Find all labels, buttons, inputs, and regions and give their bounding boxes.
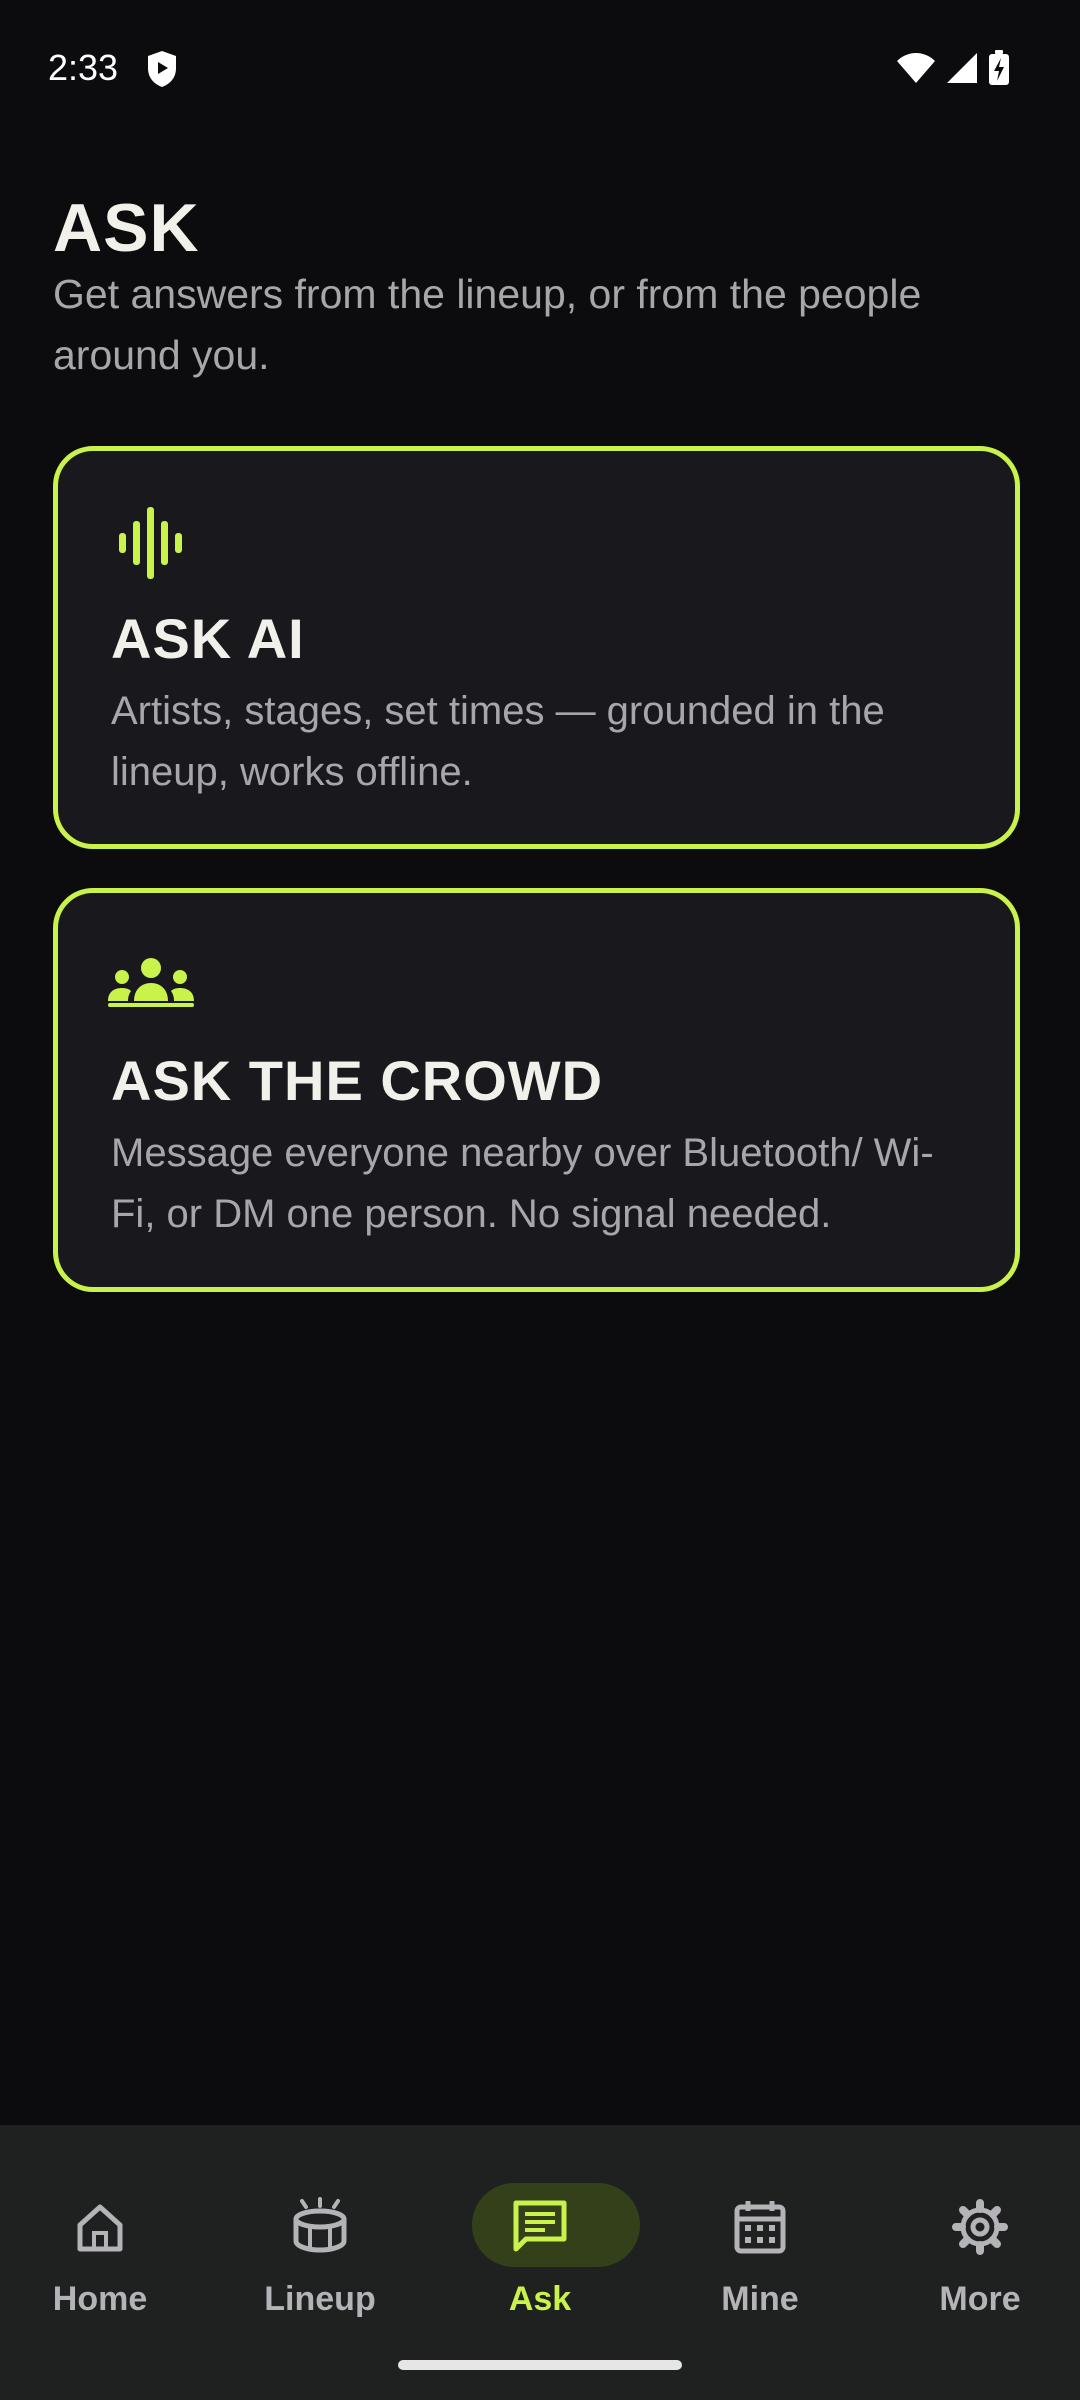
status-icons [896, 50, 1010, 86]
page-title: ASK [53, 190, 200, 266]
nav-label-mine: Mine [721, 2280, 799, 2318]
gear-icon [952, 2199, 1008, 2255]
status-time: 2:33 [48, 47, 119, 88]
status-bar: 2:33 [0, 0, 1080, 136]
battery-charging-icon [989, 50, 1009, 85]
waveform-icon [119, 507, 182, 579]
bottom-navigation: Home Lineup Ask Mine More [0, 2125, 1080, 2400]
nav-label-more: More [939, 2280, 1021, 2318]
calendar-icon [734, 2201, 786, 2254]
ask-the-crowd-card[interactable]: ASK THE CROWD Message everyone nearby ov… [53, 888, 1020, 1292]
ask-the-crowd-title: ASK THE CROWD [111, 1049, 604, 1112]
nav-item-home[interactable]: Home [0, 2155, 200, 2318]
ask-ai-description: Artists, stages, set times — grounded in… [111, 689, 885, 794]
nav-item-lineup[interactable]: Lineup [220, 2155, 420, 2318]
nav-label-lineup: Lineup [264, 2280, 376, 2318]
ask-ai-card[interactable]: ASK AI Artists, stages, set times — grou… [53, 446, 1020, 849]
nav-label-ask: Ask [508, 2280, 572, 2318]
nav-item-more[interactable]: More [880, 2155, 1080, 2318]
home-icon [77, 2204, 123, 2252]
signal-icon [947, 53, 977, 83]
nav-label-home: Home [52, 2280, 148, 2318]
shield-icon [148, 51, 176, 87]
group-icon [108, 958, 194, 1007]
home-indicator[interactable] [398, 2360, 682, 2370]
ask-screen: 2:33 ASK Get answers from the lineup, or… [0, 0, 1080, 2400]
nav-item-mine[interactable]: Mine [660, 2155, 860, 2318]
page-subtitle: Get answers from the lineup, or from the… [53, 271, 922, 378]
wifi-icon [897, 53, 935, 83]
ask-the-crowd-description: Message everyone nearby over Bluetooth/ … [111, 1131, 934, 1236]
ask-ai-title: ASK AI [111, 607, 305, 670]
nav-item-ask[interactable]: Ask [440, 2155, 640, 2318]
stage-icon [293, 2197, 347, 2253]
chat-icon [513, 2200, 567, 2252]
